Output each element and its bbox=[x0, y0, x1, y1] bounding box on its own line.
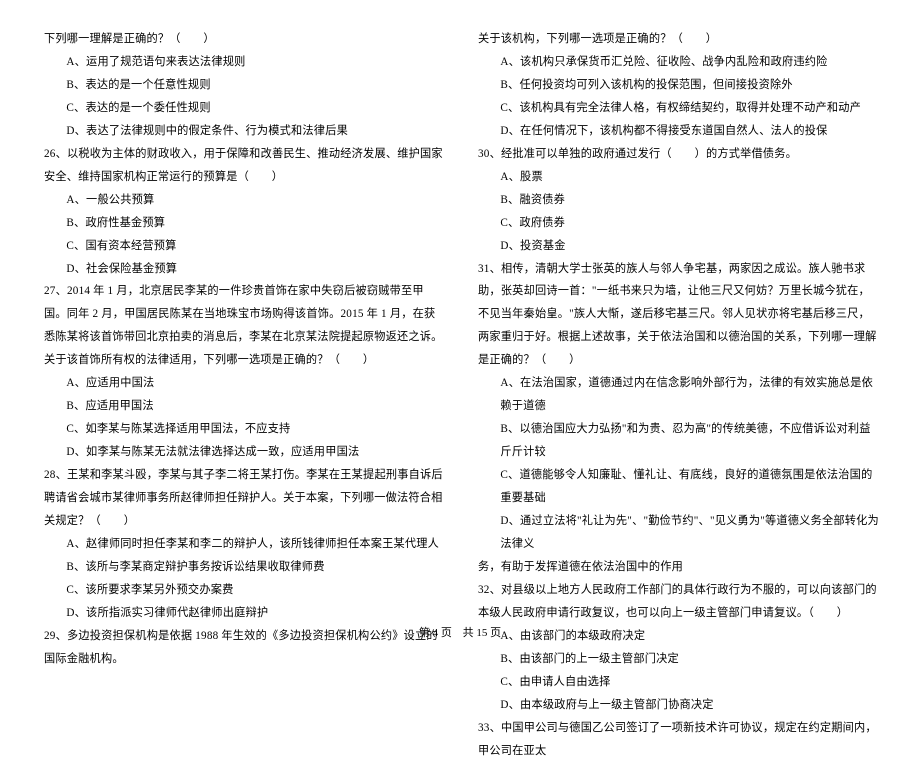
q29-stem-head: 29、多边投资担保机构是依据 1988 年生效的《多边投资担保机构公约》设立的国… bbox=[44, 625, 446, 671]
q32-option-a: A、由该部门的本级政府决定 bbox=[478, 625, 880, 648]
q25-option-c: C、表达的是一个委任性规则 bbox=[44, 97, 446, 120]
q27-stem: 27、2014 年 1 月，北京居民李某的一件珍贵首饰在家中失窃后被窃贼带至甲国… bbox=[44, 280, 446, 372]
q28-option-d: D、该所指派实习律师代赵律师出庭辩护 bbox=[44, 602, 446, 625]
q31-option-b: B、以德治国应大力弘扬"和为贵、忍为高"的传统美德，不应借诉讼对利益斤斤计较 bbox=[478, 418, 880, 464]
q25-option-b: B、表达的是一个任意性规则 bbox=[44, 74, 446, 97]
q29-option-a: A、该机构只承保货币汇兑险、征收险、战争内乱险和政府违约险 bbox=[478, 51, 880, 74]
right-column: 关于该机构，下列哪一选项是正确的？（ ） A、该机构只承保货币汇兑险、征收险、战… bbox=[462, 28, 880, 620]
q25-option-a: A、运用了规范语句来表达法律规则 bbox=[44, 51, 446, 74]
left-column: 下列哪一理解是正确的？（ ） A、运用了规范语句来表达法律规则 B、表达的是一个… bbox=[44, 28, 462, 620]
q27-option-d: D、如李某与陈某无法就法律选择达成一致，应适用甲国法 bbox=[44, 441, 446, 464]
q25-stem-tail: 下列哪一理解是正确的？（ ） bbox=[44, 28, 446, 51]
q29-option-c: C、该机构具有完全法律人格，有权缔结契约，取得并处理不动产和动产 bbox=[478, 97, 880, 120]
q29-option-d: D、在任何情况下，该机构都不得接受东道国自然人、法人的投保 bbox=[478, 120, 880, 143]
q30-option-c: C、政府债券 bbox=[478, 212, 880, 235]
q27-option-c: C、如李某与陈某选择适用甲国法，不应支持 bbox=[44, 418, 446, 441]
q32-option-c: C、由申请人自由选择 bbox=[478, 671, 880, 694]
q26-option-d: D、社会保险基金预算 bbox=[44, 258, 446, 281]
q32-option-b: B、由该部门的上一级主管部门决定 bbox=[478, 648, 880, 671]
page-number-total: 共 15 页 bbox=[459, 627, 506, 639]
q30-option-b: B、融资债券 bbox=[478, 189, 880, 212]
q26-option-c: C、国有资本经营预算 bbox=[44, 235, 446, 258]
q28-option-c: C、该所要求李某另外预交办案费 bbox=[44, 579, 446, 602]
q30-option-a: A、股票 bbox=[478, 166, 880, 189]
q28-stem: 28、王某和李某斗殴，李某与其子李二将王某打伤。李某在王某提起刑事自诉后聘请省会… bbox=[44, 464, 446, 533]
q28-option-a: A、赵律师同时担任李某和李二的辩护人，该所钱律师担任本案王某代理人 bbox=[44, 533, 446, 556]
q29-option-b: B、任何投资均可列入该机构的投保范围，但间接投资除外 bbox=[478, 74, 880, 97]
q26-stem: 26、以税收为主体的财政收入，用于保障和改善民生、推动经济发展、维护国家安全、维… bbox=[44, 143, 446, 189]
q31-option-c: C、道德能够令人知廉耻、懂礼让、有底线，良好的道德氛围是依法治国的重要基础 bbox=[478, 464, 880, 510]
q30-option-d: D、投资基金 bbox=[478, 235, 880, 258]
q26-option-a: A、一般公共预算 bbox=[44, 189, 446, 212]
q27-option-a: A、应适用中国法 bbox=[44, 372, 446, 395]
q26-option-b: B、政府性基金预算 bbox=[44, 212, 446, 235]
q30-stem: 30、经批准可以单独的政府通过发行（ ）的方式举借债务。 bbox=[478, 143, 880, 166]
q25-option-d: D、表达了法律规则中的假定条件、行为模式和法律后果 bbox=[44, 120, 446, 143]
q31-option-d-line2: 务，有助于发挥道德在依法治国中的作用 bbox=[478, 556, 880, 579]
q29-stem-tail: 关于该机构，下列哪一选项是正确的？（ ） bbox=[478, 28, 880, 51]
q28-option-b: B、该所与李某商定辩护事务按诉讼结果收取律师费 bbox=[44, 556, 446, 579]
q31-stem: 31、相传，清朝大学士张英的族人与邻人争宅基，两家因之成讼。族人驰书求助，张英却… bbox=[478, 258, 880, 373]
q31-option-a: A、在法治国家，道德通过内在信念影响外部行为，法律的有效实施总是依赖于道德 bbox=[478, 372, 880, 418]
q32-option-d: D、由本级政府与上一级主管部门协商决定 bbox=[478, 694, 880, 717]
q33-stem-head: 33、中国甲公司与德国乙公司签订了一项新技术许可协议，规定在约定期间内，甲公司在… bbox=[478, 717, 880, 763]
page-number-current: 第 4 页 bbox=[415, 627, 456, 639]
q32-stem: 32、对县级以上地方人民政府工作部门的具体行政行为不服的，可以向该部门的本级人民… bbox=[478, 579, 880, 625]
exam-page: 下列哪一理解是正确的？（ ） A、运用了规范语句来表达法律规则 B、表达的是一个… bbox=[0, 0, 920, 620]
q31-option-d-line1: D、通过立法将"礼让为先"、"勤俭节约"、"见义勇为"等道德义务全部转化为法律义 bbox=[478, 510, 880, 556]
q27-option-b: B、应适用甲国法 bbox=[44, 395, 446, 418]
